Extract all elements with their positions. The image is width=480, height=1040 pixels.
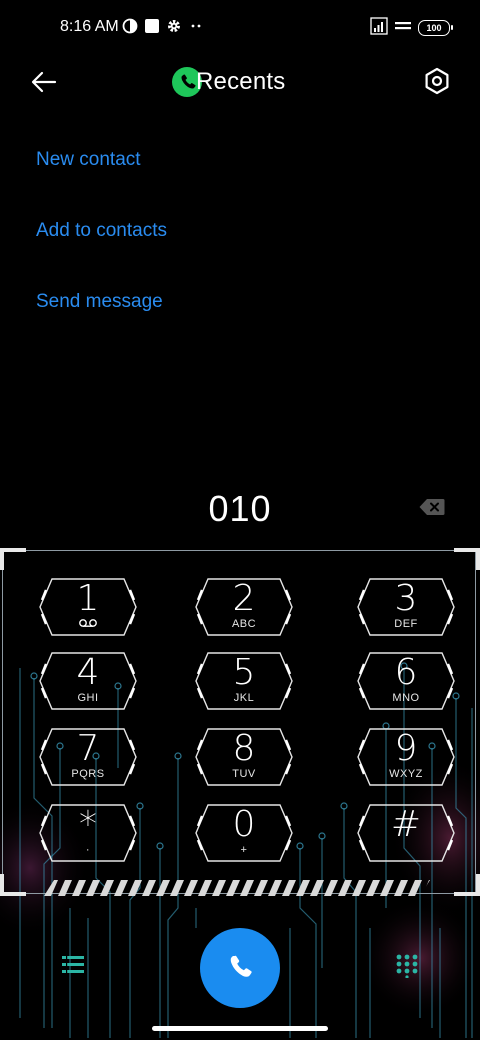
dialer-screen: 8:16 AM 100 Recents New contact Add to c… (0, 0, 480, 1040)
menu-list-icon[interactable] (60, 952, 86, 978)
dial-key[interactable]: 4 GHI (38, 650, 138, 712)
arrow-left-icon (31, 71, 57, 93)
dial-key[interactable]: 3 DEF (356, 576, 456, 638)
key-letters: WXYZ (389, 768, 423, 780)
more-notifications-icon (188, 18, 204, 39)
send-message-link[interactable]: Send message (36, 291, 163, 313)
dialed-number: 010 (208, 488, 272, 529)
title-wrap: Recents (172, 62, 285, 102)
hazard-stripe (44, 880, 430, 896)
dial-key[interactable]: # (356, 802, 456, 864)
settings-button[interactable] (422, 66, 452, 96)
dialpad: 1 2 ABC 3 DEF 4 GHI 5 JKL 6 MNO 7 PQRS 8 TUV 9 WXYZ * · 0 + # (0, 548, 480, 1040)
key-digit: 9 (394, 728, 418, 769)
page-title: Recents (196, 68, 286, 95)
backspace-button[interactable] (418, 497, 446, 517)
status-left-icons (122, 18, 204, 39)
new-contact-link[interactable]: New contact (36, 149, 141, 171)
key-digit: 4 (76, 652, 100, 693)
dial-key[interactable]: 1 (38, 576, 138, 638)
dial-key[interactable]: 9 WXYZ (356, 726, 456, 788)
key-letters: GHI (77, 692, 99, 704)
key-digit: 6 (394, 652, 418, 693)
backspace-icon (419, 499, 445, 515)
key-letters: · (85, 844, 91, 856)
key-letters: + (240, 844, 248, 856)
key-letters: MNO (392, 692, 420, 704)
dial-key[interactable]: 8 TUV (194, 726, 294, 788)
key-letters: PQRS (71, 768, 105, 780)
dial-key[interactable]: 6 MNO (356, 650, 456, 712)
add-to-contacts-link[interactable]: Add to contacts (36, 220, 167, 242)
battery-indicator: 100 (418, 20, 453, 36)
settings-icon (425, 67, 449, 95)
home-indicator (152, 1026, 328, 1031)
status-bar: 8:16 AM 100 (0, 0, 480, 56)
status-right-icons: 100 (370, 16, 453, 40)
gear-icon (166, 18, 182, 39)
key-letters: JKL (233, 692, 255, 704)
status-time: 8:16 AM (60, 18, 119, 35)
notification-square-icon (144, 18, 160, 39)
dial-key[interactable]: 7 PQRS (38, 726, 138, 788)
dial-key[interactable]: * · (38, 802, 138, 864)
dial-key[interactable]: 5 JKL (194, 650, 294, 712)
dial-key[interactable]: 2 ABC (194, 576, 294, 638)
key-digit: 5 (232, 652, 256, 693)
key-digit: 7 (76, 728, 100, 769)
data-saver-icon (122, 18, 138, 39)
call-button[interactable] (200, 928, 280, 1008)
phone-call-icon (230, 955, 252, 977)
key-digit: 0 (232, 804, 256, 845)
dial-key[interactable]: 0 + (194, 802, 294, 864)
key-digit: # (390, 804, 422, 845)
key-letters: ABC (231, 618, 257, 630)
key-letters: TUV (232, 768, 256, 780)
back-button[interactable] (26, 64, 62, 100)
top-app-bar: Recents (0, 56, 480, 106)
signal-icon (370, 16, 388, 40)
key-digit: 3 (394, 578, 418, 619)
key-digit: 1 (76, 578, 100, 619)
wifi-icon (394, 19, 412, 38)
key-digit: * (79, 804, 97, 845)
dialpad-toggle-icon[interactable] (394, 952, 420, 979)
voicemail-icon (78, 617, 98, 629)
key-letters: DEF (394, 618, 418, 630)
key-digit: 2 (232, 578, 256, 619)
key-digit: 8 (232, 728, 256, 769)
